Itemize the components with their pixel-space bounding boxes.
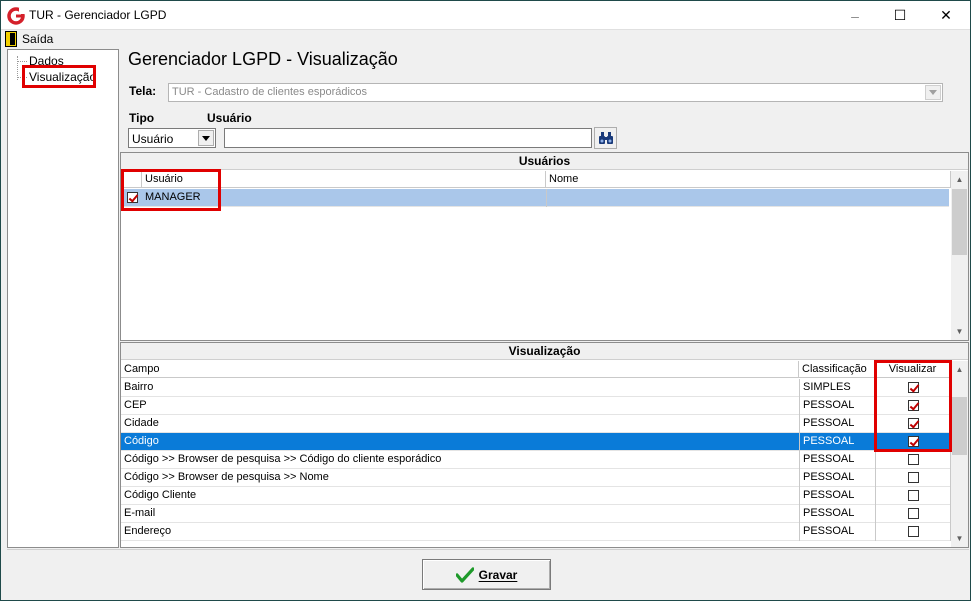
scroll-down-icon[interactable]: ▼ [951,323,968,340]
maximize-icon: ☐ [893,7,907,23]
cell-campo: E-mail [124,507,156,519]
scroll-up-icon[interactable]: ▲ [951,171,968,188]
table-row[interactable]: Bairro SIMPLES [121,379,951,397]
cell-campo: Código >> Browser de pesquisa >> Código … [124,453,442,465]
tela-select[interactable]: TUR - Cadastro de clientes esporádicos [168,83,943,102]
visualizar-checkbox[interactable] [908,454,919,465]
cell-campo: Endereço [124,525,172,537]
table-row[interactable]: Cidade PESSOAL [121,415,951,433]
visualizar-checkbox[interactable] [908,490,919,501]
tela-label: Tela: [129,84,157,98]
cell-visualizar [875,487,951,505]
visualization-scroll-thumb[interactable] [952,397,967,455]
visualizar-checkbox[interactable] [908,472,919,483]
menu-bar: Saída [1,30,970,49]
chevron-down-icon [198,130,214,146]
users-scrollbar[interactable]: ▲ ▼ [951,171,968,340]
save-button[interactable]: Gravar [422,559,551,590]
cell-classificacao: PESSOAL [799,487,875,505]
cell-campo: Código Cliente [124,489,197,501]
exit-door-icon [5,31,17,47]
table-row[interactable]: Código PESSOAL [121,433,951,451]
table-row[interactable]: E-mail PESSOAL [121,505,951,523]
cell-campo: Bairro [124,381,154,393]
tipo-select[interactable]: Usuário [128,128,216,148]
user-cell-nome [546,189,547,207]
usuario-label: Usuário [207,111,252,125]
cell-classificacao: PESSOAL [799,415,875,433]
table-row[interactable]: Código >> Browser de pesquisa >> Código … [121,451,951,469]
tela-select-value: TUR - Cadastro de clientes esporádicos [172,86,368,98]
cell-classificacao: PESSOAL [799,433,875,451]
check-icon [455,566,474,583]
cell-campo: CEP [124,399,147,411]
exit-menu-label: Saída [22,32,54,46]
col-classificacao[interactable]: Classificação [799,361,875,377]
cell-campo: Código >> Browser de pesquisa >> Nome [124,471,329,483]
cell-visualizar [875,505,951,523]
cell-campo: Código [124,435,159,447]
tipo-label: Tipo [129,111,155,125]
cell-classificacao: PESSOAL [799,523,875,541]
cell-visualizar [875,469,951,487]
cell-campo: Cidade [124,417,159,429]
binoculars-icon [598,132,613,144]
table-row[interactable]: CEP PESSOAL [121,397,951,415]
visualization-group: Visualização Campo Classificação Visuali… [120,342,969,548]
tipo-select-value: Usuário [132,132,174,146]
cell-classificacao: PESSOAL [799,397,875,415]
visualizar-checkbox[interactable] [908,508,919,519]
cell-classificacao: SIMPLES [799,379,875,397]
scroll-up-icon[interactable]: ▲ [951,361,968,378]
cell-classificacao: PESSOAL [799,469,875,487]
usuario-input[interactable] [224,128,592,148]
chevron-down-icon [925,85,941,100]
users-group: Usuários Usuário Nome MANAGER ▲ ▼ [120,152,969,341]
visualization-scrollbar[interactable]: ▲ ▼ [951,361,968,547]
save-button-label: Gravar [478,567,518,582]
app-window: TUR - Gerenciador LGPD – ☐ ✕ Saída Dados… [0,0,971,601]
exit-menu-item[interactable]: Saída [5,31,53,47]
table-row[interactable]: Endereço PESSOAL [121,523,951,541]
col-nome[interactable]: Nome [546,171,951,187]
users-grid-header: Usuário Nome [121,171,951,188]
highlight-box-visualizar [874,360,952,452]
page-title: Gerenciador LGPD - Visualização [128,49,398,69]
table-row[interactable]: MANAGER [121,189,949,207]
minimize-icon: – [851,7,859,24]
scroll-down-icon[interactable]: ▼ [951,530,968,547]
highlight-box-tree [22,65,96,88]
minimize-button[interactable]: – [832,1,878,30]
col-campo[interactable]: Campo [121,361,799,377]
table-row[interactable]: Código Cliente PESSOAL [121,487,951,505]
users-scroll-thumb[interactable] [952,189,967,255]
app-logo-icon [7,7,25,25]
visualization-group-title: Visualização [121,343,968,360]
search-user-button[interactable] [594,127,617,149]
cell-classificacao: PESSOAL [799,451,875,469]
visualization-grid-header: Campo Classificação Visualizar [121,361,951,378]
visualizar-checkbox[interactable] [908,526,919,537]
navigation-tree: Dados Visualização [7,49,119,548]
highlight-box-user [121,169,221,211]
close-icon: ✕ [940,7,952,23]
cell-visualizar [875,523,951,541]
window-title: TUR - Gerenciador LGPD [29,8,167,22]
cell-visualizar [875,451,951,469]
close-button[interactable]: ✕ [923,1,969,30]
cell-classificacao: PESSOAL [799,505,875,523]
maximize-button[interactable]: ☐ [877,1,923,30]
title-bar: TUR - Gerenciador LGPD – ☐ ✕ [1,1,970,30]
table-row[interactable]: Código >> Browser de pesquisa >> Nome PES… [121,469,951,487]
users-group-title: Usuários [121,153,968,170]
